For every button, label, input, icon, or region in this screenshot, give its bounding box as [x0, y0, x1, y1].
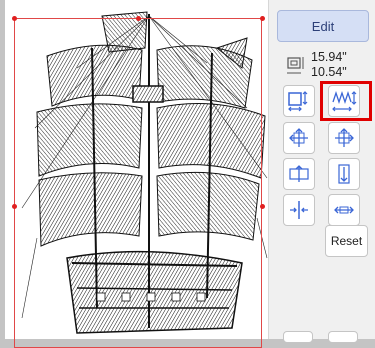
- size-icon: [287, 57, 304, 74]
- expand-horizontal-icon: [289, 165, 309, 182]
- selection-frame: [14, 18, 262, 348]
- stretch-horizontal-icon: [334, 206, 354, 214]
- edit-button[interactable]: Edit: [277, 10, 369, 42]
- resize-proportional-button[interactable]: [283, 85, 315, 117]
- expand-vertical-icon: [338, 164, 350, 184]
- more-button-right[interactable]: [328, 331, 358, 343]
- width-value: 15.94": [311, 50, 347, 64]
- design-size: 15.94" 10.54": [285, 50, 375, 82]
- resize-handle-middle-left[interactable]: [12, 204, 17, 209]
- move-up-left-button[interactable]: [283, 122, 315, 154]
- move-up-left-icon: [289, 128, 308, 147]
- resize-handle-top-right[interactable]: [260, 16, 265, 21]
- center-horizontal-icon: [290, 201, 308, 219]
- edit-panel: Edit 15.94" 10.54": [268, 0, 375, 343]
- expand-horizontal-button[interactable]: [283, 158, 315, 190]
- stretch-horizontal-button[interactable]: [328, 194, 360, 226]
- move-up-right-button[interactable]: [328, 122, 360, 154]
- move-up-right-icon: [335, 128, 354, 147]
- height-value: 10.54": [311, 65, 347, 79]
- resize-handle-top-left[interactable]: [12, 16, 17, 21]
- resize-proportional-icon: [288, 91, 308, 112]
- more-button-left[interactable]: [283, 331, 313, 343]
- highlight-box: [320, 81, 372, 121]
- expand-vertical-button[interactable]: [328, 158, 360, 190]
- center-horizontal-button[interactable]: [283, 194, 315, 226]
- reset-button[interactable]: Reset: [325, 225, 368, 257]
- resize-handle-middle-right[interactable]: [260, 204, 265, 209]
- resize-handle-top-center[interactable]: [136, 16, 141, 21]
